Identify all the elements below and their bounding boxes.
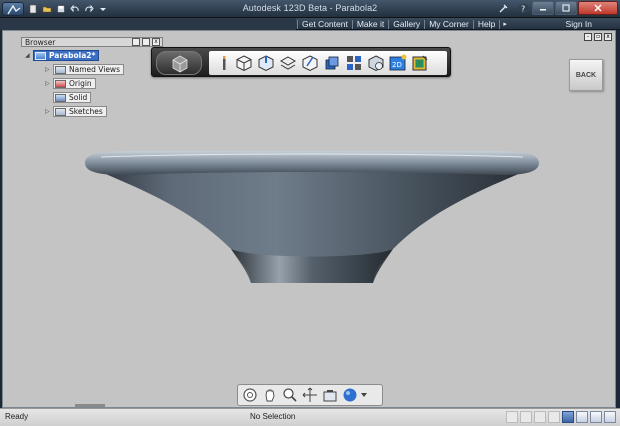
visual-style-sphere-icon[interactable] <box>342 387 358 403</box>
render-icon[interactable] <box>411 54 429 72</box>
quick-access-toolbar <box>27 3 109 15</box>
pattern-icon[interactable] <box>323 54 341 72</box>
redo-icon[interactable] <box>83 3 95 15</box>
measure-icon[interactable] <box>534 411 546 423</box>
grouping-icon[interactable] <box>345 54 363 72</box>
viewport-restore-icon[interactable]: ▫ <box>594 33 602 41</box>
folder-icon <box>55 65 66 74</box>
menu-item-my-corner[interactable]: My Corner <box>425 19 473 29</box>
status-ready-text: Ready <box>5 412 29 421</box>
app-menu-button[interactable] <box>2 2 24 16</box>
new-file-icon[interactable] <box>27 3 39 15</box>
qat-dropdown-icon[interactable] <box>97 3 109 15</box>
material-icon[interactable] <box>548 411 560 423</box>
app-logo-icon <box>7 5 21 15</box>
tools-icon[interactable] <box>498 3 509 14</box>
tree-item-label: Named Views <box>69 65 120 74</box>
tree-item-sketches[interactable]: ▷ Sketches <box>45 106 107 117</box>
tree-item-label: Origin <box>69 79 92 88</box>
browser-pin-icon[interactable] <box>132 38 140 46</box>
expand-arrow-icon[interactable]: ▷ <box>45 80 53 87</box>
horizontal-scroll-thumb[interactable] <box>75 404 105 407</box>
tree-root[interactable]: ◢ Parabola2* <box>25 50 100 61</box>
tree-item-solid[interactable]: Solid <box>53 92 92 103</box>
fullscreen-icon[interactable] <box>604 411 616 423</box>
menu-item-make-it[interactable]: Make it <box>353 19 388 29</box>
cube-menu-icon <box>172 55 188 73</box>
combine-icon[interactable] <box>367 54 385 72</box>
status-bar: Ready No Selection <box>0 408 620 426</box>
menu-bar: Get Content Make it Gallery My Corner He… <box>0 3 620 30</box>
hidden-folder-icon <box>55 79 66 88</box>
browser-title: Browser <box>25 38 56 47</box>
settings-icon[interactable] <box>590 411 602 423</box>
tree-item-label: Sketches <box>69 107 103 116</box>
sketch-icon[interactable] <box>257 54 275 72</box>
browser-options-icon[interactable] <box>142 38 150 46</box>
menu-item-get-content[interactable]: Get Content <box>298 19 352 29</box>
viewcube-back-face[interactable]: BACK <box>569 59 603 91</box>
main-toolbar: 2D <box>151 47 451 77</box>
status-tools <box>506 411 616 423</box>
tree-root-label: Parabola2* <box>49 51 96 60</box>
selection-status-text: No Selection <box>250 412 296 421</box>
tree-item-origin[interactable]: ▷ Origin <box>45 78 96 89</box>
parabola-bowl-model[interactable] <box>81 149 543 289</box>
visibility-eye-icon <box>55 93 66 102</box>
close-button[interactable] <box>578 1 618 15</box>
browser-close-icon[interactable]: x <box>152 38 160 46</box>
main-menu: Get Content Make it Gallery My Corner He… <box>297 19 507 29</box>
pan-hand-icon[interactable] <box>262 387 278 403</box>
snap-icon[interactable] <box>506 411 518 423</box>
tree-item-named-views[interactable]: ▷ Named Views <box>45 64 124 75</box>
sign-in-link[interactable]: Sign In <box>566 19 592 29</box>
help-icon[interactable]: ? <box>518 3 529 14</box>
fit-view-icon[interactable] <box>302 387 318 403</box>
open-folder-icon[interactable] <box>41 3 53 15</box>
svg-text:?: ? <box>521 5 525 14</box>
browser-panel-header: Browser x <box>21 37 163 47</box>
viewport[interactable]: Browser x ◢ Parabola2* ▷ Named Views ▷ O… <box>2 30 616 408</box>
main-menu-button[interactable] <box>156 51 202 75</box>
display-mode-icon[interactable] <box>562 411 574 423</box>
tree-item-label: Solid <box>69 93 88 102</box>
expand-arrow-icon[interactable]: ▷ <box>45 108 53 115</box>
maximize-button[interactable] <box>555 1 577 15</box>
orbit-icon[interactable] <box>242 387 258 403</box>
modify-icon[interactable] <box>301 54 319 72</box>
navbar-dropdown-icon[interactable] <box>360 387 368 403</box>
minimize-button[interactable] <box>532 1 554 15</box>
menu-item-help[interactable]: Help <box>474 19 499 29</box>
menu-item-gallery[interactable]: Gallery <box>389 19 424 29</box>
camera-view-icon[interactable] <box>322 387 338 403</box>
collapse-arrow-icon[interactable]: ◢ <box>25 52 33 59</box>
viewport-window-controls: - ▫ x <box>584 33 612 41</box>
menu-more-arrow-icon[interactable]: ▸ <box>500 20 507 28</box>
expand-arrow-icon[interactable]: ▷ <box>45 66 53 73</box>
window-controls <box>532 1 618 15</box>
viewport-close-icon[interactable]: x <box>604 33 612 41</box>
save-icon[interactable] <box>55 3 67 15</box>
component-icon <box>35 51 46 60</box>
pen-tool-icon[interactable] <box>215 54 233 72</box>
2d-drawing-icon[interactable]: 2D <box>389 54 407 72</box>
visibility-toggle-icon[interactable] <box>576 411 588 423</box>
viewport-minimize-icon[interactable]: - <box>584 33 592 41</box>
folder-icon <box>55 107 66 116</box>
primitives-box-icon[interactable] <box>235 54 253 72</box>
undo-icon[interactable] <box>69 3 81 15</box>
grid-icon[interactable] <box>520 411 532 423</box>
construct-icon[interactable] <box>279 54 297 72</box>
svg-text:2D: 2D <box>392 61 402 69</box>
zoom-icon[interactable] <box>282 387 298 403</box>
navigation-bar <box>237 384 383 406</box>
